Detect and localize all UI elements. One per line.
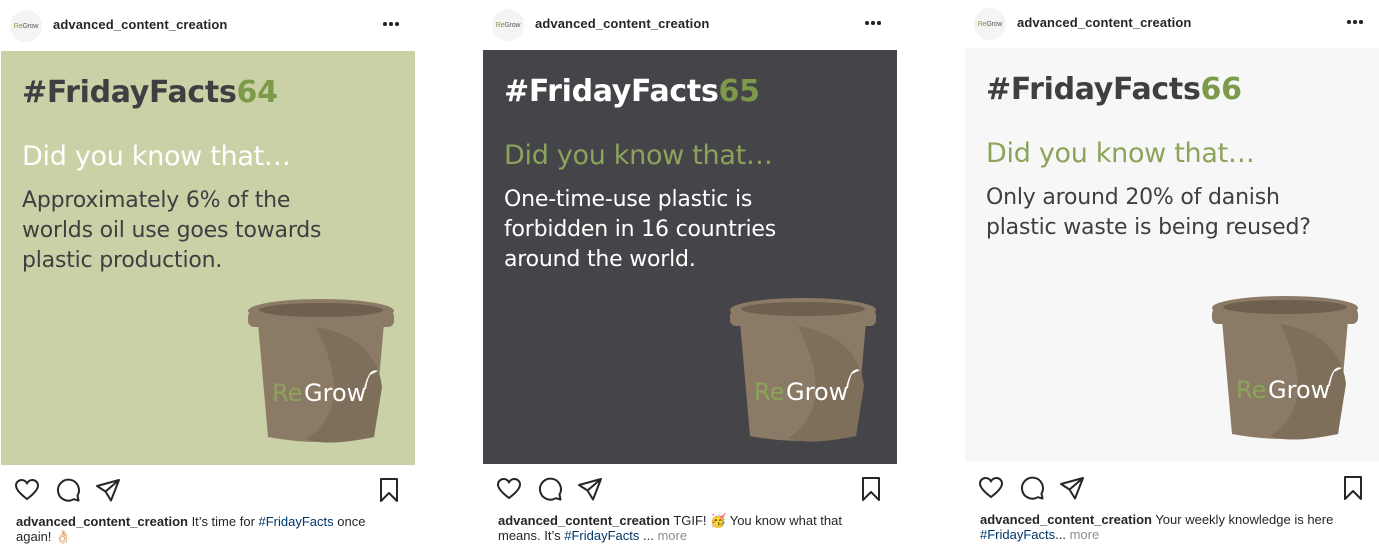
caption-text: Your weekly knowledge is here	[1151, 512, 1334, 527]
image-hashtag: #FridayFacts66	[986, 72, 1242, 107]
more-options-icon[interactable]	[379, 12, 403, 36]
image-question: Did you know that…	[986, 138, 1255, 169]
avatar[interactable]: Re Grow	[10, 10, 42, 42]
paper-plane-icon[interactable]	[1058, 474, 1086, 502]
bookmark-icon[interactable]	[857, 475, 885, 503]
post-username[interactable]: advanced_content_creation	[535, 16, 709, 31]
caption-hashtag-link[interactable]: #FridayFacts	[980, 527, 1055, 542]
image-question: Did you know that…	[22, 141, 291, 172]
post-actions	[965, 470, 1379, 506]
heart-icon[interactable]	[13, 476, 41, 504]
hashtag-number: 66	[1200, 72, 1242, 107]
avatar[interactable]: Re Grow	[974, 8, 1006, 40]
caption-more-link[interactable]: more	[657, 528, 687, 543]
post-actions	[483, 471, 897, 507]
post-image[interactable]: #FridayFacts66 Did you know that… Only a…	[965, 48, 1379, 462]
hashtag-number: 64	[236, 75, 278, 110]
heart-icon[interactable]	[495, 475, 523, 503]
hashtag-number: 65	[718, 74, 760, 109]
image-fact: Approximately 6% of the worlds oil use g…	[22, 186, 362, 276]
fact-line: Only around 20% of danish	[986, 185, 1280, 210]
post-header: Re Grow advanced_content_creation	[1, 0, 415, 50]
post-header: Re Grow advanced_content_creation	[483, 0, 897, 49]
post-caption: advanced_content_creation It’s time for …	[16, 514, 396, 544]
hashtag-text: #FridayFacts	[22, 75, 237, 110]
avatar-brand-grow: Grow	[986, 20, 1003, 28]
image-fact: Only around 20% of danish plastic waste …	[986, 183, 1326, 243]
post-header: Re Grow advanced_content_creation	[965, 0, 1379, 48]
bookmark-icon[interactable]	[375, 476, 403, 504]
instagram-post: Re Grow advanced_content_creation #Friday…	[965, 0, 1379, 550]
image-hashtag: #FridayFacts64	[22, 75, 278, 110]
image-question: Did you know that…	[504, 140, 773, 171]
post-image[interactable]: #FridayFacts64 Did you know that… Approx…	[1, 51, 415, 465]
avatar-brand-re: Re	[977, 20, 987, 28]
fact-line: plastic waste is being reused?	[986, 215, 1311, 240]
comment-icon[interactable]	[1018, 474, 1046, 502]
image-hashtag: #FridayFacts65	[504, 74, 760, 109]
more-options-icon[interactable]	[861, 11, 885, 35]
fact-line: forbidden in 16 countries	[504, 217, 776, 242]
avatar-brand-grow: Grow	[22, 22, 39, 30]
post-username[interactable]: advanced_content_creation	[1017, 15, 1191, 30]
avatar-brand-re: Re	[495, 21, 505, 29]
pot-logo-grow: Grow	[786, 378, 848, 406]
paper-plane-icon[interactable]	[576, 475, 604, 503]
fact-line: plastic production.	[22, 248, 223, 273]
fact-line: around the world.	[504, 247, 696, 272]
avatar-brand-grow: Grow	[504, 21, 521, 29]
post-actions	[1, 472, 415, 508]
comment-icon[interactable]	[54, 476, 82, 504]
caption-hashtag-link[interactable]: #FridayFacts	[259, 514, 334, 529]
comment-icon[interactable]	[536, 475, 564, 503]
image-fact: One-time-use plastic is forbidden in 16 …	[504, 185, 844, 275]
caption-username[interactable]: advanced_content_creation	[16, 514, 188, 529]
more-options-icon[interactable]	[1343, 10, 1367, 34]
paper-plane-icon[interactable]	[94, 476, 122, 504]
pot-logo-re: Re	[754, 378, 784, 406]
caption-more-link[interactable]: more	[1070, 527, 1100, 542]
avatar-brand-re: Re	[13, 22, 23, 30]
fact-line: One-time-use plastic is	[504, 187, 753, 212]
avatar[interactable]: Re Grow	[492, 9, 524, 41]
pot-logo-grow: Grow	[1268, 376, 1330, 404]
instagram-post: Re Grow advanced_content_creation #Friday…	[1, 0, 415, 552]
caption-text-after: ...	[639, 528, 658, 543]
caption-username[interactable]: advanced_content_creation	[498, 513, 670, 528]
caption-text-after: ...	[1055, 527, 1070, 542]
post-caption: advanced_content_creation TGIF! 🥳 You kn…	[498, 513, 878, 543]
hashtag-text: #FridayFacts	[504, 74, 719, 109]
hashtag-text: #FridayFacts	[986, 72, 1201, 107]
post-caption: advanced_content_creation Your weekly kn…	[980, 512, 1360, 542]
pot-logo-re: Re	[1236, 376, 1266, 404]
caption-text: It’s time for	[187, 514, 259, 529]
caption-hashtag-link[interactable]: #FridayFacts	[564, 528, 639, 543]
heart-icon[interactable]	[977, 474, 1005, 502]
fact-line: Approximately 6% of the	[22, 188, 291, 213]
regrow-pot-illustration: Re Grow	[248, 299, 394, 443]
pot-logo-grow: Grow	[304, 379, 366, 407]
caption-username[interactable]: advanced_content_creation	[980, 512, 1152, 527]
regrow-pot-illustration: Re Grow	[730, 298, 876, 442]
post-image[interactable]: #FridayFacts65 Did you know that… One-ti…	[483, 50, 897, 464]
bookmark-icon[interactable]	[1339, 474, 1367, 502]
pot-logo-re: Re	[272, 379, 302, 407]
post-username[interactable]: advanced_content_creation	[53, 17, 227, 32]
fact-line: worlds oil use goes towards	[22, 218, 322, 243]
regrow-pot-illustration: Re Grow	[1212, 296, 1358, 440]
instagram-post: Re Grow advanced_content_creation #Friday…	[483, 0, 897, 551]
